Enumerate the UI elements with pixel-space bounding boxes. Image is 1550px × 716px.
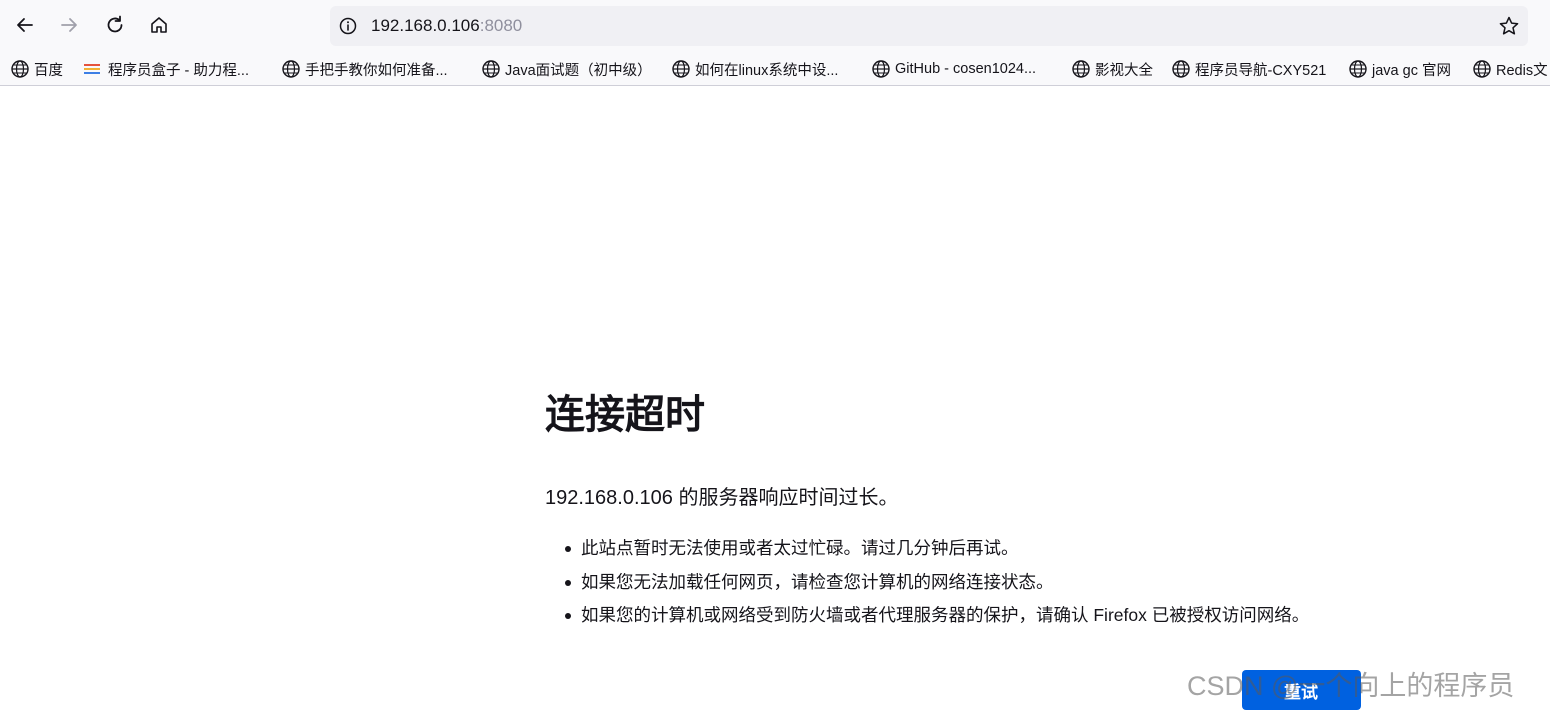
bookmark-item[interactable]: Redis文 xyxy=(1472,56,1548,82)
url-bar[interactable]: 192.168.0.106:8080 xyxy=(330,6,1528,46)
arrow-right-icon xyxy=(61,18,77,32)
globe-icon xyxy=(672,60,690,78)
csdn-favicon xyxy=(84,61,100,77)
globe-icon xyxy=(1349,60,1367,78)
bookmark-label: 手把手教你如何准备... xyxy=(305,62,448,79)
retry-button[interactable]: 重试 xyxy=(1242,670,1361,710)
globe-icon xyxy=(872,60,890,78)
list-item: 此站点暂时无法使用或者太过忙碌。请过几分钟后再试。 xyxy=(565,532,1309,566)
bookmark-label: 程序员盒子 - 助力程... xyxy=(108,62,249,79)
info-icon[interactable] xyxy=(338,16,358,36)
list-item: 如果您无法加载任何网页，请检查您计算机的网络连接状态。 xyxy=(565,566,1309,600)
bookmark-label: 如何在linux系统中设... xyxy=(695,62,839,79)
bookmark-item[interactable]: Java面试题（初中级） xyxy=(481,56,652,82)
bookmark-item[interactable]: 程序员盒子 - 助力程... xyxy=(82,56,249,82)
bookmark-label: 影视大全 xyxy=(1095,62,1153,79)
bookmark-item[interactable]: GitHub - cosen1024... xyxy=(871,56,1036,82)
bookmark-label: Redis文 xyxy=(1496,62,1548,79)
bookmarks-toolbar: 百度 程序员盒子 - 助力程... 手把手教你如何准备... Java面试题（初… xyxy=(0,52,1550,86)
list-item: 如果您的计算机或网络受到防火墙或者代理服务器的保护，请确认 Firefox 已被… xyxy=(565,599,1309,633)
forward-button[interactable] xyxy=(52,8,86,42)
globe-icon xyxy=(282,60,300,78)
error-suggestions: 此站点暂时无法使用或者太过忙碌。请过几分钟后再试。 如果您无法加载任何网页，请检… xyxy=(565,532,1309,633)
url-host: 192.168.0.106 xyxy=(371,16,480,35)
globe-icon xyxy=(482,60,500,78)
bookmark-item[interactable]: 影视大全 xyxy=(1071,56,1153,82)
bookmark-label: java gc 官网 xyxy=(1372,62,1451,79)
arrow-left-icon xyxy=(17,18,33,32)
reload-icon xyxy=(107,15,123,33)
bookmark-label: 程序员导航-CXY521 xyxy=(1195,62,1327,79)
back-button[interactable] xyxy=(8,8,42,42)
bookmark-item[interactable]: 如何在linux系统中设... xyxy=(671,56,838,82)
globe-icon xyxy=(1172,60,1190,78)
globe-icon xyxy=(1473,60,1491,78)
error-title: 连接超时 xyxy=(545,393,705,437)
home-icon xyxy=(151,17,167,33)
error-description: 192.168.0.106 的服务器响应时间过长。 xyxy=(545,487,899,509)
home-button[interactable] xyxy=(142,8,176,42)
globe-icon xyxy=(11,60,29,78)
bookmark-item[interactable]: 手把手教你如何准备... xyxy=(281,56,448,82)
reload-button[interactable] xyxy=(98,8,132,42)
bookmark-star-icon[interactable] xyxy=(1498,15,1520,37)
url-port: :8080 xyxy=(479,16,523,35)
bookmark-item[interactable]: java gc 官网 xyxy=(1348,56,1451,82)
bookmark-label: GitHub - cosen1024... xyxy=(895,61,1037,77)
bookmark-label: 百度 xyxy=(34,62,63,79)
url-text[interactable]: 192.168.0.106:8080 xyxy=(371,16,522,36)
bookmark-item[interactable]: 百度 xyxy=(10,56,63,82)
bookmark-label: Java面试题（初中级） xyxy=(505,62,652,79)
globe-icon xyxy=(1072,60,1090,78)
bookmark-item[interactable]: 程序员导航-CXY521 xyxy=(1171,56,1326,82)
browser-toolbar: 192.168.0.106:8080 xyxy=(0,0,1550,52)
